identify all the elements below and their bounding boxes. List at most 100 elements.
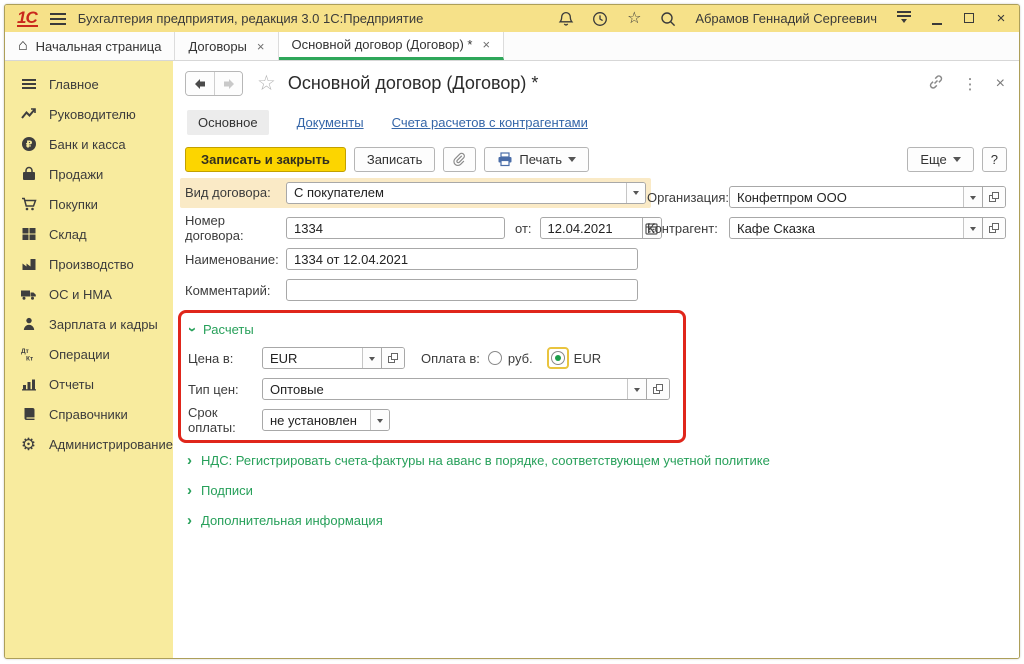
dropdown-arrow-icon[interactable] (370, 410, 389, 430)
minimize-button[interactable] (929, 10, 945, 27)
open-contragent-icon[interactable] (982, 218, 1005, 238)
search-icon[interactable] (659, 10, 677, 28)
sidebar-item-rukovoditelyu[interactable]: Руководителю (5, 99, 173, 129)
close-tab-icon[interactable]: × (257, 39, 265, 54)
sidebar-item-otchety[interactable]: Отчеты (5, 369, 173, 399)
price-type-label: Тип цен: (188, 382, 262, 397)
contragent-value: Кафе Сказка (730, 218, 963, 238)
price-type-combobox[interactable]: Оптовые (262, 378, 670, 400)
due-date-combobox[interactable]: не установлен (262, 409, 390, 431)
sidebar-label: Справочники (49, 407, 128, 422)
window-title: Бухгалтерия предприятия, редакция 3.0 1С… (78, 11, 424, 26)
bag-icon (20, 166, 37, 183)
dropdown-arrow-icon[interactable] (963, 218, 982, 238)
chevron-down-icon: › (185, 327, 200, 332)
tab-osnovnoy-dogovor[interactable]: Основной договор (Договор) * × (279, 32, 505, 60)
chevron-down-icon (568, 157, 576, 166)
sidebar-item-bank-kassa[interactable]: ₽ Банк и касса (5, 129, 173, 159)
notifications-bell-icon[interactable] (557, 10, 575, 28)
name-input[interactable] (286, 248, 638, 270)
sidebar-item-pokupki[interactable]: Покупки (5, 189, 173, 219)
pay-rub-radio[interactable]: руб. (488, 351, 547, 366)
get-link-icon[interactable] (927, 73, 945, 94)
attachments-button[interactable] (443, 147, 476, 172)
forward-button[interactable] (214, 72, 242, 95)
favorite-star-icon[interactable]: ☆ (257, 73, 276, 94)
maximize-button[interactable] (961, 10, 977, 27)
org-label: Организация: (647, 190, 729, 205)
org-combobox[interactable]: Конфетпром ООО (729, 186, 1006, 208)
pay-rub-label: руб. (508, 351, 533, 366)
tab-scheta-raschetov[interactable]: Счета расчетов с контрагентами (392, 115, 588, 130)
open-org-icon[interactable] (982, 187, 1005, 207)
chevron-right-icon: › (187, 513, 192, 528)
section-dop-info-toggle[interactable]: › Дополнительная информация (187, 513, 1007, 528)
raschety-section-toggle[interactable]: › Расчеты (190, 322, 673, 337)
sidebar-item-operacii[interactable]: ДтКт Операции (5, 339, 173, 369)
open-price-type-icon[interactable] (646, 379, 669, 399)
menu-lines-icon (20, 76, 37, 93)
command-bar: Записать и закрыть Записать Печать (185, 147, 1007, 172)
sidebar-item-zarplata-kadry[interactable]: Зарплата и кадры (5, 309, 173, 339)
sidebar-item-spravochniki[interactable]: Справочники (5, 399, 173, 429)
section-nds-toggle[interactable]: › НДС: Регистрировать счета-фактуры на а… (187, 453, 1007, 468)
tab-dogovory[interactable]: Договоры × (175, 32, 278, 60)
sidebar-item-administrirovanie[interactable]: ⚙ Администрирование (5, 429, 173, 459)
titlebar: 1С Бухгалтерия предприятия, редакция 3.0… (5, 5, 1019, 32)
sidebar-item-prodazhi[interactable]: Продажи (5, 159, 173, 189)
number-input[interactable] (286, 217, 505, 239)
dropdown-arrow-icon[interactable] (627, 379, 646, 399)
dropdown-arrow-icon[interactable] (963, 187, 982, 207)
current-user[interactable]: Абрамов Геннадий Сергеевич (695, 11, 877, 26)
history-icon[interactable] (591, 10, 609, 28)
sidebar-item-proizvodstvo[interactable]: Производство (5, 249, 173, 279)
form-navigation: Основное Документы Счета расчетов с конт… (187, 110, 1007, 135)
section-podpisi-label: Подписи (201, 483, 253, 498)
contragent-label: Контрагент: (647, 221, 729, 236)
price-currency-combobox[interactable]: EUR (262, 347, 405, 369)
trend-chart-icon (20, 106, 37, 123)
close-form-icon[interactable]: × (996, 75, 1005, 93)
tab-dokumenty[interactable]: Документы (297, 115, 364, 130)
date-label: от: (515, 221, 532, 236)
comment-input[interactable] (286, 279, 638, 301)
close-tab-icon[interactable]: × (482, 37, 490, 52)
open-currency-icon[interactable] (381, 348, 404, 368)
date-field[interactable]: 12.04.2021 (540, 217, 662, 239)
comment-label: Комментарий: (185, 283, 286, 298)
price-currency-label: Цена в: (188, 351, 262, 366)
close-window-button[interactable]: × (993, 10, 1009, 27)
due-date-value: не установлен (263, 410, 370, 430)
main-menu-icon[interactable] (50, 10, 66, 28)
tab-home[interactable]: ⌂ Начальная страница (5, 32, 175, 60)
vid-combobox[interactable]: С покупателем (286, 182, 646, 204)
more-actions-button[interactable]: Еще (907, 147, 973, 172)
service-menu-icon[interactable] (895, 11, 913, 26)
vid-value: С покупателем (287, 183, 626, 203)
app-window: 1С Бухгалтерия предприятия, редакция 3.0… (4, 4, 1020, 659)
sidebar-item-os-nma[interactable]: ОС и НМА (5, 279, 173, 309)
sidebar-label: Операции (49, 347, 110, 362)
svg-text:Кт: Кт (26, 356, 33, 363)
boxes-grid-icon (20, 226, 37, 243)
form-title: Основной договор (Договор) * (288, 73, 539, 94)
sidebar-label: Главное (49, 77, 99, 92)
contragent-combobox[interactable]: Кафе Сказка (729, 217, 1006, 239)
favorites-star-icon[interactable]: ☆ (625, 10, 643, 28)
back-button[interactable] (186, 72, 214, 95)
price-currency-value: EUR (263, 348, 362, 368)
more-menu-icon[interactable]: ⋮ (963, 75, 978, 93)
save-button[interactable]: Записать (354, 147, 436, 172)
section-dop-info-label: Дополнительная информация (201, 513, 383, 528)
pay-eur-radio[interactable]: EUR (547, 347, 601, 369)
save-and-close-button[interactable]: Записать и закрыть (185, 147, 346, 172)
sidebar-item-sklad[interactable]: Склад (5, 219, 173, 249)
bar-chart-icon (20, 376, 37, 393)
section-podpisi-toggle[interactable]: › Подписи (187, 483, 1007, 498)
print-button[interactable]: Печать (484, 147, 589, 172)
dropdown-arrow-icon[interactable] (362, 348, 381, 368)
tab-osnovnoe[interactable]: Основное (187, 110, 269, 135)
dropdown-arrow-icon[interactable] (626, 183, 645, 203)
sidebar-item-glavnoe[interactable]: Главное (5, 69, 173, 99)
help-button[interactable]: ? (982, 147, 1007, 172)
